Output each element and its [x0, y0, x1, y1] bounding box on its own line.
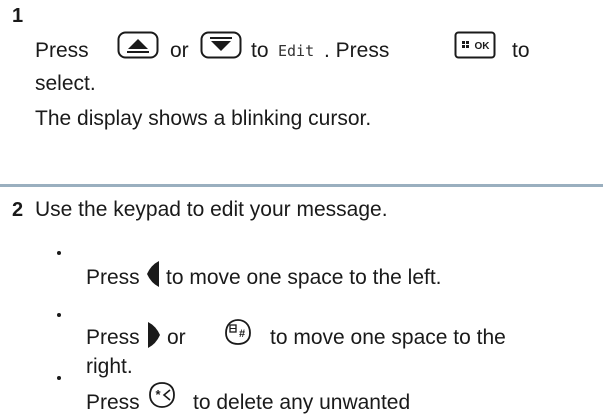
step-number-1: 1 [12, 5, 24, 27]
pound-key-icon: # [222, 317, 254, 353]
step1-line1-press: Press [35, 39, 89, 62]
bullet-1 [57, 251, 61, 255]
bullet1-press: Press [86, 266, 140, 289]
step1-to: to [251, 39, 269, 62]
bullet2-text-line2: right. [86, 355, 133, 378]
up-arrow-key-icon [117, 31, 159, 65]
section-divider [0, 184, 603, 187]
ok-key-label: OK [475, 41, 491, 52]
bullet2-press: Press [86, 326, 140, 349]
menu-ok-key-icon: OK [454, 31, 496, 65]
step-number-2: 2 [12, 199, 24, 221]
bullet3-press: Press [86, 391, 140, 414]
step1-or: or [170, 39, 189, 62]
step1-to-2: to [512, 39, 530, 62]
bullet1-text: to move one space to the left. [166, 266, 442, 289]
bullet-3 [57, 376, 61, 380]
bullet-2 [57, 313, 61, 317]
step1-select: select. [35, 72, 96, 95]
svg-text:#: # [239, 328, 245, 340]
left-arrow-icon [145, 259, 161, 295]
step1-display-note: The display shows a blinking cursor. [35, 107, 372, 130]
right-arrow-icon [146, 320, 162, 356]
step1-press-2: . Press [324, 39, 390, 62]
star-key-icon: * [146, 380, 178, 416]
edit-menu-item-text: Edit [278, 42, 315, 60]
step2-intro: Use the keypad to edit your message. [35, 198, 388, 221]
down-arrow-key-icon [200, 31, 242, 65]
bullet3-text: to delete any unwanted [193, 391, 411, 414]
bullet2-text: to move one space to the [270, 326, 506, 349]
bullet2-or: or [167, 326, 186, 349]
